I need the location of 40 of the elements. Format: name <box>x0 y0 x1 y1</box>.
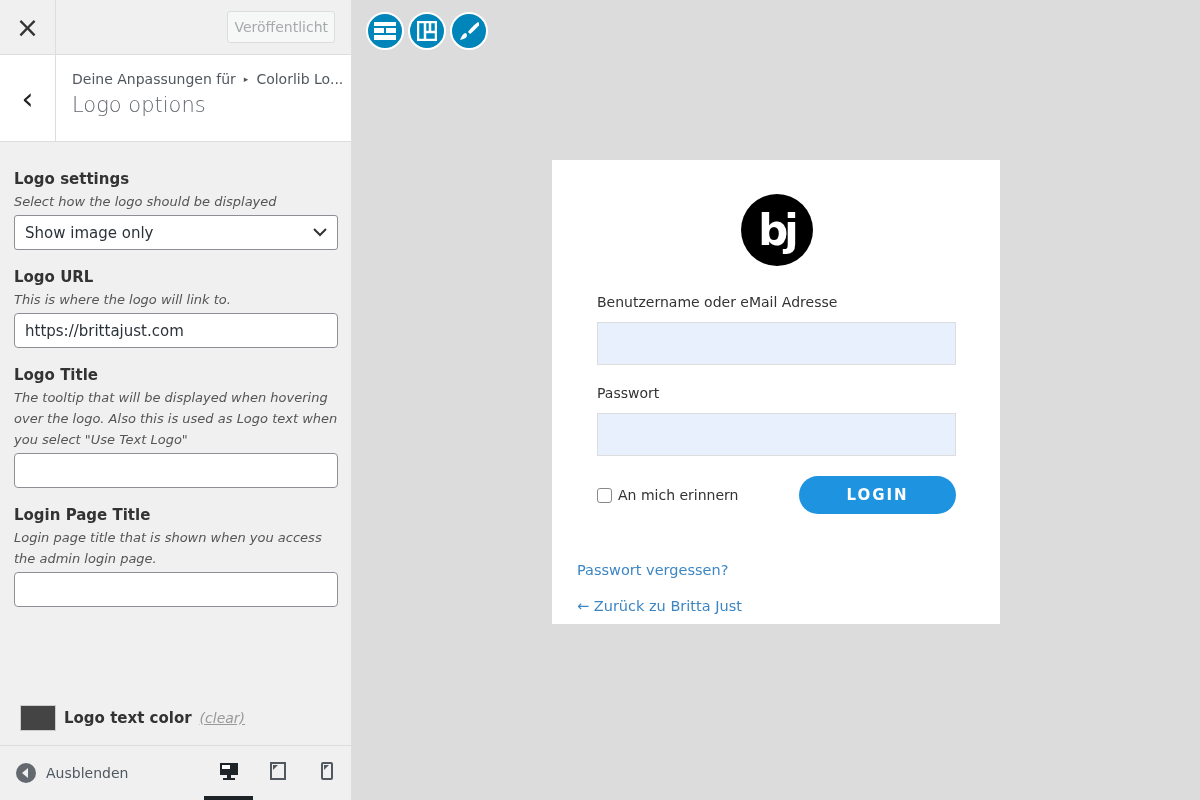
section-title: Logo options <box>72 93 207 117</box>
field-label: Login Page Title <box>14 506 152 524</box>
tool-button[interactable] <box>408 12 446 50</box>
login-button[interactable]: LOGIN <box>799 476 956 514</box>
hide-controls-button[interactable]: Ausblenden <box>16 763 129 783</box>
layout-grid-icon <box>374 22 396 40</box>
tool-button[interactable] <box>450 12 488 50</box>
username-field[interactable] <box>597 322 956 365</box>
desktop-icon <box>218 762 239 780</box>
brush-icon <box>459 21 479 41</box>
field-label: Logo URL <box>14 268 95 286</box>
password-field[interactable] <box>597 413 956 456</box>
tool-button[interactable] <box>366 12 404 50</box>
remember-label: An mich erinnern <box>618 487 739 503</box>
tablet-icon <box>269 762 286 780</box>
text-link[interactable]: ← Zurück zu Britta Just <box>577 598 956 614</box>
logo-settings-dropdown[interactable]: Show image only <box>14 215 338 250</box>
field-description: This is where the logo will link to. <box>14 291 232 309</box>
field-description: Login page title that is shown when you access the admin login page. <box>14 529 323 568</box>
columns-icon <box>417 21 437 41</box>
logo: bj <box>740 194 813 266</box>
color-label: Logo text color <box>64 709 192 727</box>
username-label: Benutzername oder eMail Adresse <box>597 294 839 310</box>
field-label: Logo Title <box>14 366 99 384</box>
color-swatch[interactable] <box>20 705 56 731</box>
field-description: Select how the logo should be displayed <box>14 193 278 211</box>
mobile-icon <box>320 762 333 780</box>
breadcrumb-separator: ▸ <box>243 74 249 84</box>
password-label: Passwort <box>597 385 661 401</box>
chevron-down-icon <box>313 228 327 237</box>
text-field[interactable] <box>14 572 338 607</box>
text-field[interactable]: https://brittajust.com <box>14 313 338 348</box>
text-link[interactable]: Passwort vergessen? <box>577 562 956 578</box>
breadcrumb-text: Colorlib Lo... <box>256 71 344 87</box>
field-label: Logo settings <box>14 170 131 188</box>
remember-checkbox[interactable] <box>597 487 612 503</box>
close-button[interactable]: × <box>0 0 56 54</box>
field-description: The tooltip that will be displayed when hovering over the logo. Also this is used as Logo text when you select "Use Text Logo" <box>14 389 338 449</box>
text-field[interactable] <box>14 453 338 488</box>
breadcrumb-text: Deine Anpassungen für <box>72 71 236 87</box>
